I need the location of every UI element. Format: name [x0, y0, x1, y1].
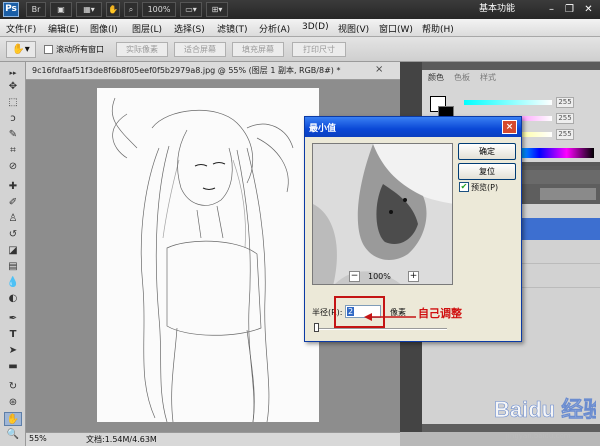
minimize-icon[interactable]: – — [543, 2, 560, 17]
menu-analysis[interactable]: 分析(A) — [259, 22, 290, 35]
annotation-text: 自己调整 — [418, 307, 462, 320]
document-size-info[interactable]: 文档:1.54M/4.63M — [86, 434, 157, 445]
annotation-arrow — [364, 313, 416, 321]
tab-styles[interactable]: 样式 — [480, 72, 496, 84]
eyedropper-tool-icon[interactable]: ⊘ — [4, 160, 22, 174]
type-tool-icon[interactable]: T — [4, 328, 22, 342]
preview-image — [313, 144, 452, 284]
radius-slider-track[interactable] — [314, 328, 447, 330]
status-bar: 55% 文档:1.54M/4.63M — [26, 432, 400, 446]
dodge-tool-icon[interactable]: ◐ — [4, 292, 22, 306]
3d-rotate-tool-icon[interactable]: ↻ — [4, 380, 22, 394]
menu-image[interactable]: 图像(I) — [90, 22, 118, 35]
watermark-text: Baidu 经验 — [494, 397, 596, 422]
menu-edit[interactable]: 编辑(E) — [48, 22, 79, 35]
menu-file[interactable]: 文件(F) — [6, 22, 36, 35]
pencil-sketch-image — [97, 88, 319, 422]
red-slider[interactable] — [464, 100, 552, 105]
baidu-watermark: Baidu 经验 — [492, 392, 600, 426]
hand-tool-icon[interactable]: ✋ — [4, 412, 22, 426]
brush-tool-icon[interactable]: ✐ — [4, 196, 22, 210]
hand-tool-icon[interactable]: ✋ — [106, 2, 120, 17]
toolbox-grip[interactable]: ▸▸ — [4, 66, 22, 80]
clone-stamp-tool-icon[interactable]: ♙ — [4, 212, 22, 226]
blue-value[interactable]: 255 — [556, 129, 574, 140]
scroll-all-windows-checkbox[interactable] — [44, 45, 53, 54]
watermark-subtext: jingyan.baidu.com — [506, 432, 571, 440]
lasso-tool-icon[interactable]: ↄ — [4, 112, 22, 126]
eraser-tool-icon[interactable]: ◪ — [4, 244, 22, 258]
fit-screen-button[interactable]: 适合屏幕 — [174, 42, 226, 57]
bridge-icon[interactable]: Br — [26, 2, 46, 17]
photoshop-logo: Ps — [3, 2, 19, 17]
actual-pixels-button[interactable]: 实际像素 — [116, 42, 168, 57]
path-select-tool-icon[interactable]: ➤ — [4, 344, 22, 358]
dialog-close-icon[interactable]: × — [502, 120, 517, 134]
gradient-tool-icon[interactable]: ▤ — [4, 260, 22, 274]
3d-orbit-tool-icon[interactable]: ⊛ — [4, 396, 22, 410]
workspace-switcher[interactable]: 基本功能 — [479, 2, 539, 17]
close-icon[interactable]: ✕ — [580, 2, 597, 17]
blur-tool-icon[interactable]: 💧 — [4, 276, 22, 290]
menu-window[interactable]: 窗口(W) — [379, 22, 413, 35]
crop-tool-icon[interactable]: ⌗ — [4, 144, 22, 158]
zoom-in-icon[interactable]: + — [408, 271, 419, 282]
reset-button[interactable]: 复位 — [458, 163, 516, 180]
arrange-documents-icon[interactable]: ▦▾ — [76, 2, 102, 17]
baidu-logo: Baidu 经验 — [494, 397, 600, 423]
shape-tool-icon[interactable]: ▬ — [4, 360, 22, 374]
healing-brush-tool-icon[interactable]: ✚ — [4, 180, 22, 194]
tab-color[interactable]: 颜色 — [428, 72, 444, 84]
tab-swatches[interactable]: 色板 — [454, 72, 470, 84]
title-bar: Ps Br ▣ ▦▾ ✋ ⌕ 100% ▭▾ ⊞▾ 基本功能 – ❐ ✕ — [0, 0, 600, 19]
opacity-field[interactable] — [540, 188, 596, 200]
sketch-illustration — [97, 88, 319, 422]
ok-button[interactable]: 确定 — [458, 143, 516, 160]
print-size-button[interactable]: 打印尺寸 — [292, 42, 346, 57]
minibridge-icon[interactable]: ▣ — [50, 2, 72, 17]
tool-preset-picker[interactable]: ✋▾ — [6, 41, 36, 58]
toolbox: ▸▸ ✥ ⬚ ↄ ✎ ⌗ ⊘ ✚ ✐ ♙ ↺ ◪ ▤ 💧 ◐ ✒ T ➤ ▬ ↻… — [0, 62, 26, 446]
history-brush-tool-icon[interactable]: ↺ — [4, 228, 22, 242]
document-tab[interactable]: 9c16fdfaaf51f3de8f6b8f05eef0f5b2979a8.jp… — [26, 62, 400, 80]
restore-icon[interactable]: ❐ — [561, 2, 578, 17]
options-bar: ✋▾ 滚动所有窗口 实际像素 适合屏幕 填充屏幕 打印尺寸 — [0, 37, 600, 62]
menu-help[interactable]: 帮助(H) — [422, 22, 454, 35]
preview-checkbox-label: 预览(P) — [471, 183, 499, 192]
menu-filter[interactable]: 滤镜(T) — [217, 22, 248, 35]
menu-view[interactable]: 视图(V) — [338, 22, 369, 35]
preview-zoom-value: 100% — [368, 272, 391, 281]
document-close-icon[interactable]: × — [375, 64, 383, 75]
filter-preview[interactable] — [312, 143, 453, 285]
menu-layer[interactable]: 图层(L) — [132, 22, 162, 35]
scroll-all-windows-label: 滚动所有窗口 — [56, 45, 104, 54]
document-tab-label: 9c16fdfaaf51f3de8f6b8f05eef0f5b2979a8.jp… — [32, 66, 341, 75]
extras-icon[interactable]: ⊞▾ — [206, 2, 228, 17]
zoom-status[interactable]: 55% — [29, 434, 47, 443]
radius-slider-thumb[interactable] — [314, 323, 319, 332]
marquee-tool-icon[interactable]: ⬚ — [4, 96, 22, 110]
dialog-title-bar[interactable]: 最小值 × — [305, 117, 521, 137]
menu-select[interactable]: 选择(S) — [174, 22, 205, 35]
zoom-out-icon[interactable]: − — [349, 271, 360, 282]
pen-tool-icon[interactable]: ✒ — [4, 312, 22, 326]
quick-select-tool-icon[interactable]: ✎ — [4, 128, 22, 142]
zoom-level-select[interactable]: 100% — [142, 2, 176, 17]
move-tool-icon[interactable]: ✥ — [4, 80, 22, 94]
screen-mode-icon[interactable]: ▭▾ — [180, 2, 202, 17]
green-value[interactable]: 255 — [556, 113, 574, 124]
highlight-box — [334, 296, 385, 328]
preview-checkbox[interactable]: ✔ — [459, 182, 469, 192]
red-value[interactable]: 255 — [556, 97, 574, 108]
fill-screen-button[interactable]: 填充屏幕 — [232, 42, 284, 57]
menu-3d[interactable]: 3D(D) — [302, 22, 329, 32]
zoom-tool-icon[interactable]: ⌕ — [124, 2, 138, 17]
dialog-title: 最小值 — [309, 124, 337, 134]
zoom-tool-icon[interactable]: 🔍 — [4, 428, 22, 442]
menu-bar: 文件(F) 编辑(E) 图像(I) 图层(L) 选择(S) 滤镜(T) 分析(A… — [0, 19, 600, 37]
